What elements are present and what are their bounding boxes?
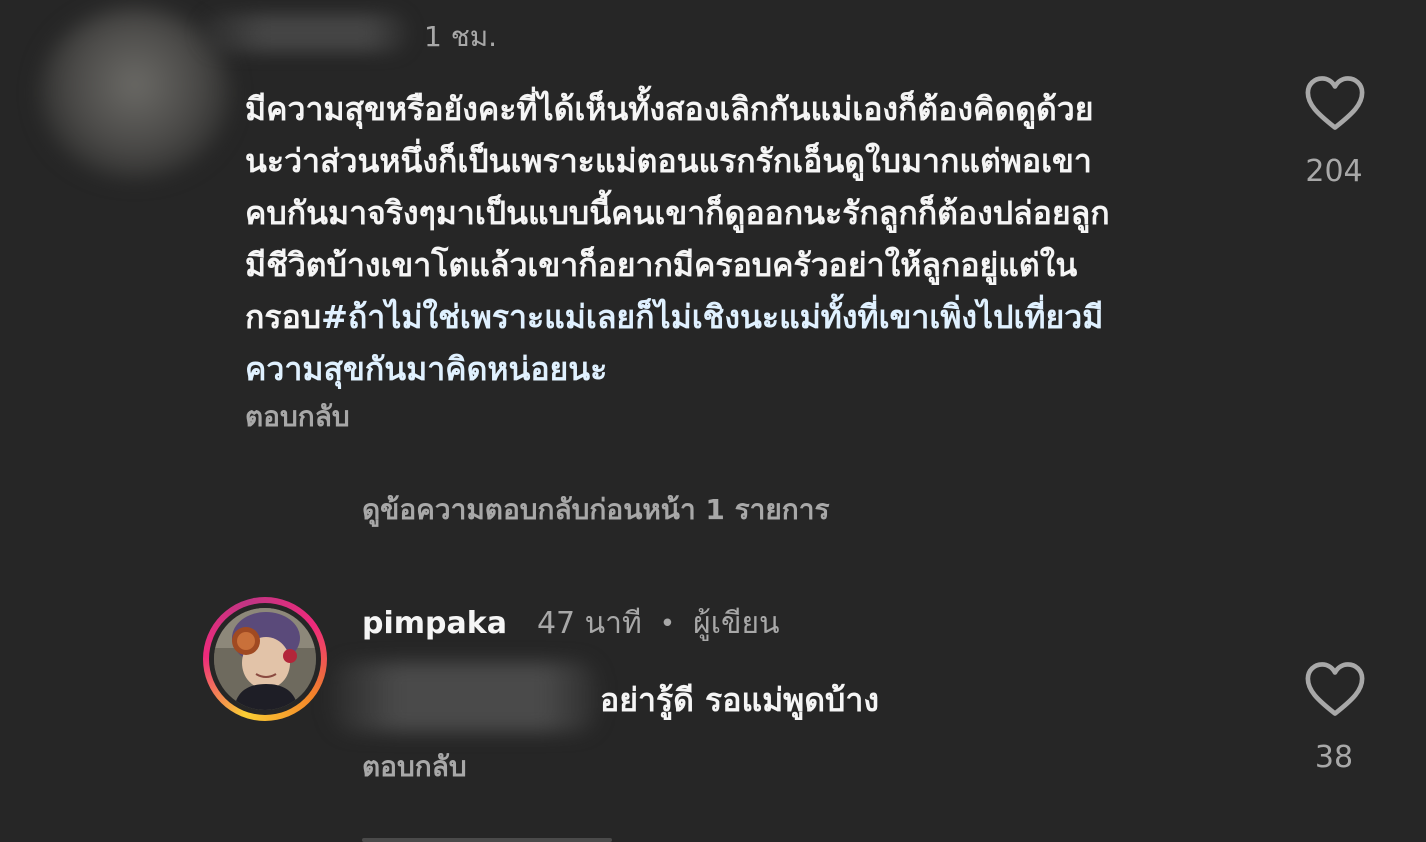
hashtag-link[interactable]: #ถ้าไม่ใช่เพราะแม่เลยก็ไม่เชิงนะแม่ทั้งท… bbox=[321, 298, 1103, 336]
cutoff-text-hint bbox=[362, 838, 612, 842]
reply-username[interactable]: pimpaka bbox=[362, 604, 507, 644]
reply-body: อย่ารู้ดี รอแม่พูดบ้าง bbox=[600, 681, 879, 719]
comment-timestamp: 1 ชม. bbox=[424, 20, 498, 53]
commenter-username-redacted[interactable] bbox=[200, 14, 410, 52]
heart-outline-icon bbox=[1305, 76, 1365, 130]
like-count: 38 bbox=[1314, 740, 1354, 775]
avatar bbox=[214, 608, 316, 710]
hashtag-link-continued[interactable]: ความสุขกันมาคิดหน่อยนะ bbox=[245, 343, 1245, 395]
comment-text-segment: กรอบ bbox=[245, 298, 322, 336]
reply-header: pimpaka 47 นาที • ผู้เขียน bbox=[362, 604, 780, 644]
avatar-story-ring[interactable] bbox=[203, 597, 327, 721]
separator-dot: • bbox=[659, 609, 676, 639]
comment-line: มีชีวิตบ้างเขาโตแล้วเขาก็อยากมีครอบครัวอ… bbox=[245, 246, 1078, 284]
reply-button[interactable]: ตอบกลับ bbox=[362, 745, 467, 789]
heart-outline-icon bbox=[1305, 662, 1365, 716]
mention-redacted[interactable] bbox=[330, 662, 598, 732]
like-heart-icon[interactable] bbox=[1304, 660, 1366, 718]
comment-line: นะว่าส่วนหนึ่งก็เป็นเพราะแม่ตอนแรกรักเอ็… bbox=[245, 142, 1092, 180]
comment-line: คบกันมาจริงๆมาเป็นแบบนี้คนเขาก็ดูออกนะรั… bbox=[245, 194, 1110, 232]
comment-line-with-hashtag: กรอบ#ถ้าไม่ใช่เพราะแม่เลยก็ไม่เชิงนะแม่ท… bbox=[245, 291, 1245, 343]
next-item-cutoff bbox=[362, 828, 662, 842]
comment-line: มีความสุขหรือยังคะที่ได้เห็นทั้งสองเลิกก… bbox=[245, 90, 1094, 128]
view-previous-replies-button[interactable]: ดูข้อความตอบกลับก่อนหน้า 1 รายการ bbox=[362, 488, 830, 532]
profile-photo bbox=[214, 608, 316, 710]
comment-body: มีความสุขหรือยังคะที่ได้เห็นทั้งสองเลิกก… bbox=[245, 83, 1245, 395]
like-count: 204 bbox=[1305, 154, 1363, 189]
like-heart-icon[interactable] bbox=[1304, 74, 1366, 132]
reply-timestamp: 47 นาที bbox=[536, 606, 642, 641]
author-badge: ผู้เขียน bbox=[693, 606, 780, 641]
reply-button[interactable]: ตอบกลับ bbox=[245, 395, 350, 439]
comments-screen: 1 ชม. มีความสุขหรือยังคะที่ได้เห็นทั้งสอ… bbox=[0, 0, 1426, 842]
